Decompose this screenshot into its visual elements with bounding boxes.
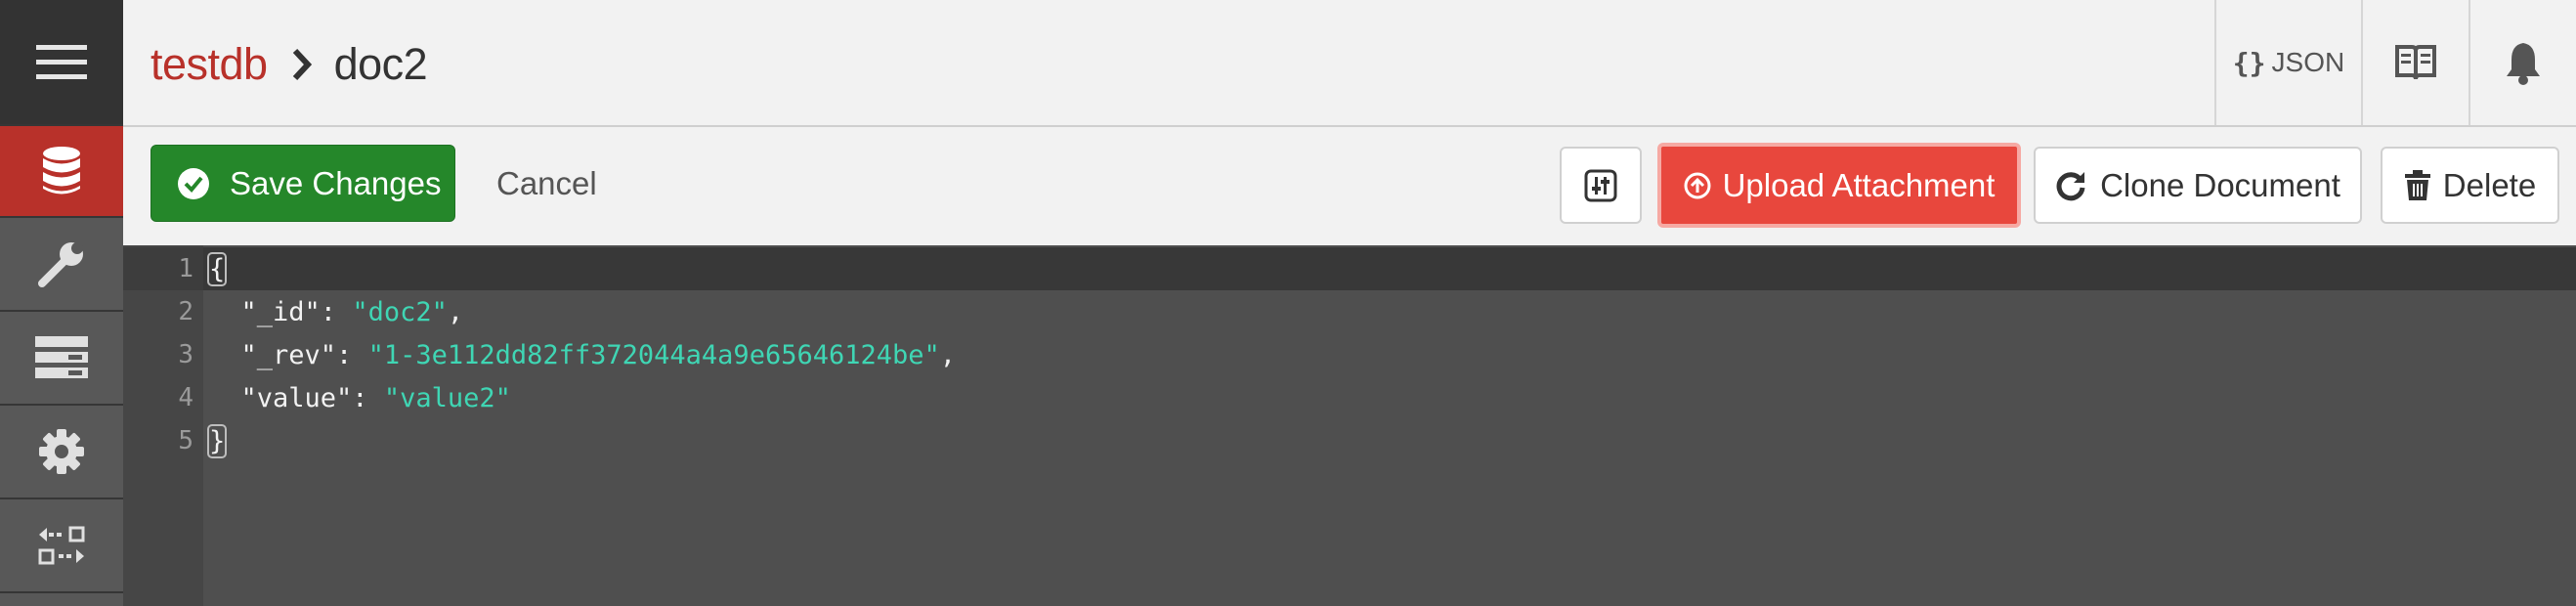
refresh-icon [2056,171,2085,200]
string-token: "doc2" [352,296,448,327]
json-editor[interactable]: 1{2 "_id": "doc2", 3 "_rev": "1-3e112dd82… [123,245,2576,606]
breadcrumb-document-title: doc2 [333,39,428,89]
notifications-button[interactable] [2469,0,2576,125]
code-token: "value": [209,382,384,413]
sidebar-item-active-tasks[interactable] [0,312,123,406]
code-token: "_rev": [209,339,368,370]
matched-brace: { [206,251,228,286]
sidebar [0,0,123,606]
server-stack-icon [35,336,88,378]
save-changes-label: Save Changes [230,164,442,201]
clone-document-label: Clone Document [2100,166,2340,203]
code-text: "_rev": "1-3e112dd82ff372044a4a9e6564612… [209,339,957,370]
hamburger-menu-icon [36,44,87,79]
string-token: "1-3e112dd82ff372044a4a9e65646124be" [367,339,940,370]
delete-button[interactable]: Delete [2381,147,2559,224]
upload-attachment-label: Upload Attachment [1722,166,1996,203]
editor-line[interactable]: 3 "_rev": "1-3e112dd82ff372044a4a9e65646… [123,333,956,376]
clone-document-button[interactable]: Clone Document [2034,147,2362,224]
header-actions: {} JSON [2214,0,2576,125]
code-token: , [447,296,464,327]
wrench-icon [38,242,83,287]
sidebar-item-setup[interactable] [0,218,123,312]
database-icon [43,147,80,195]
line-number: 4 [178,383,193,412]
book-icon [2395,45,2436,80]
line-number: 3 [178,340,193,369]
breadcrumb-database-link[interactable]: testdb [150,39,268,90]
header: testdb doc2 {} JSON [123,0,2576,127]
document-toolbar: Save Changes Cancel Upload Attachment Cl… [123,127,2576,245]
delete-label: Delete [2442,166,2537,203]
upload-attachment-button[interactable]: Upload Attachment [1657,143,2021,228]
cancel-label: Cancel [496,164,597,201]
chevron-right-icon [291,48,313,81]
string-token: "value2" [383,382,511,413]
gear-icon [39,429,84,474]
sidebar-item-partial [0,593,123,606]
code-text: } [206,423,228,458]
bell-icon [2507,43,2540,85]
code-token: "_id": [209,296,353,327]
check-circle-icon [178,167,209,199]
code-token: , [939,339,957,370]
cancel-button[interactable]: Cancel [496,145,597,222]
active-line-highlight [123,247,2576,290]
matched-brace: } [206,423,228,458]
code-text: "value": "value2" [209,383,511,413]
editor-tools-button[interactable] [1560,147,1642,224]
braces-icon: {} [2232,46,2266,79]
json-view-button[interactable]: {} JSON [2214,0,2361,125]
sidebar-item-replication[interactable] [0,499,123,593]
sidebar-item-config[interactable] [0,406,123,499]
docs-button[interactable] [2361,0,2469,125]
sliders-icon [1584,169,1617,201]
code-text: { [206,251,228,286]
json-view-label: JSON [2271,47,2345,77]
trash-icon [2404,169,2430,200]
save-changes-button[interactable]: Save Changes [150,145,455,222]
line-number: 1 [178,254,193,283]
replication-arrows-icon [38,526,85,565]
line-number: 2 [178,297,193,326]
sidebar-item-databases[interactable] [0,126,123,218]
editor-line[interactable]: 2 "_id": "doc2", [123,290,463,333]
line-number: 5 [178,426,193,455]
upload-circle-icon [1684,172,1711,198]
editor-line[interactable]: 5} [123,419,228,462]
sidebar-item-menu[interactable] [0,0,123,126]
code-text: "_id": "doc2", [209,296,464,327]
editor-line[interactable]: 1{ [123,247,228,290]
breadcrumb: testdb doc2 [150,39,428,90]
editor-line[interactable]: 4 "value": "value2" [123,376,511,419]
